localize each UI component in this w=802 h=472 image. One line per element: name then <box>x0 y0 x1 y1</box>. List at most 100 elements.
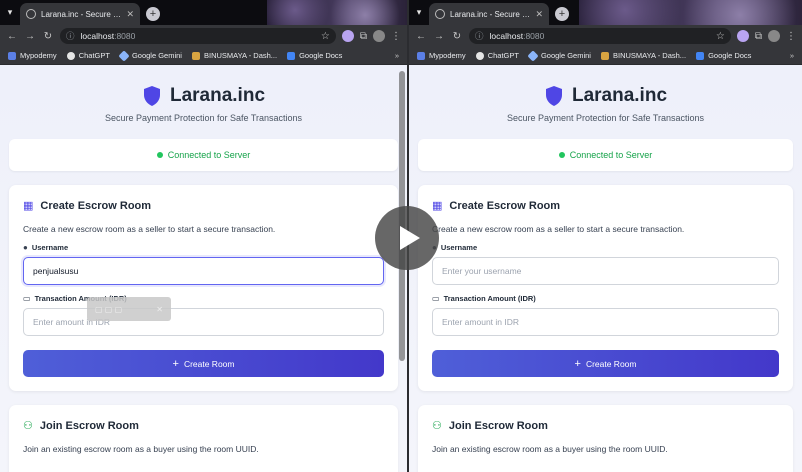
bookmark-item[interactable]: BINUSMAYA - Dash... <box>600 51 686 60</box>
store-icon: ▦ <box>23 200 34 212</box>
bookmark-item[interactable]: Mypodemy <box>8 51 57 60</box>
status-dot-icon <box>558 152 565 158</box>
join-room-heading: ⚇ Join Escrow Room <box>23 419 384 433</box>
close-icon[interactable]: ✕ <box>156 305 163 314</box>
bookmark-item[interactable]: ChatGPT <box>66 51 110 60</box>
brand-header: Larana.inc <box>9 65 398 107</box>
bookmark-item[interactable]: Google Gemini <box>527 49 591 62</box>
bookmark-item[interactable]: BINUSMAYA - Dash... <box>191 51 277 60</box>
status-dot-icon <box>156 152 163 158</box>
autofill-text: ▢ ▢ ▢ <box>95 304 123 314</box>
browser-tab[interactable]: Larana.inc - Secure Payment P... ✕ <box>429 3 549 25</box>
close-tab-icon[interactable]: ✕ <box>126 9 134 20</box>
join-room-heading: ⚇ Join Escrow Room <box>432 419 779 433</box>
bookmark-star-icon[interactable]: ☆ <box>716 31 725 42</box>
tab-search-icon[interactable]: ▾ <box>409 0 429 25</box>
username-input[interactable]: penjualsusu <box>23 257 384 285</box>
tab-title: Larana.inc - Secure Payment P... <box>450 9 530 19</box>
tagline: Secure Payment Protection for Safe Trans… <box>104 113 303 123</box>
reload-icon[interactable]: ↻ <box>42 31 54 42</box>
bookmark-item[interactable]: Google Docs <box>287 51 342 60</box>
wallpaper <box>267 0 407 25</box>
address-bar[interactable]: ⓘ localhost:8080 ☆ <box>469 28 731 44</box>
globe-icon <box>435 9 445 19</box>
address-toolbar: ← → ↻ ⓘ localhost:8080 ☆ ⧉ ⋮ <box>409 25 802 47</box>
back-icon[interactable]: ← <box>415 31 427 42</box>
globe-icon <box>26 9 36 19</box>
connection-status-card: Connected to Server <box>418 139 793 171</box>
menu-kebab-icon[interactable]: ⋮ <box>786 31 796 42</box>
username-label-text: Username <box>31 243 69 252</box>
bookmark-item[interactable]: Google Gemini <box>118 49 182 62</box>
forward-icon[interactable]: → <box>433 31 445 42</box>
amount-input[interactable]: Enter amount in IDR <box>432 308 779 336</box>
bookmarks-overflow[interactable]: » <box>790 51 794 60</box>
create-room-card: ▦ Create Escrow Room Create a new escrow … <box>9 185 398 391</box>
forward-icon[interactable]: → <box>24 31 36 42</box>
play-icon <box>400 226 420 250</box>
new-tab-button[interactable]: + <box>146 7 160 21</box>
create-room-button-label: Create Room <box>183 358 235 369</box>
amount-label-text: Transaction Amount (IDR) <box>443 294 536 303</box>
page-content: Larana.inc Secure Payment Protection for… <box>409 65 802 472</box>
money-icon: ▭ <box>432 294 440 303</box>
play-button[interactable] <box>375 206 439 270</box>
address-bar[interactable]: ⓘ localhost:8080 ☆ <box>60 28 336 44</box>
reload-icon[interactable]: ↻ <box>451 31 463 42</box>
money-icon: ▭ <box>23 294 31 303</box>
brand-name: Larana.inc <box>571 85 668 106</box>
tagline: Secure Payment Protection for Safe Trans… <box>506 113 705 123</box>
tab-search-icon[interactable]: ▾ <box>0 0 20 25</box>
username-label: ●Username <box>432 243 779 252</box>
page-content: Larana.inc Secure Payment Protection for… <box>0 65 407 472</box>
new-tab-button[interactable]: + <box>555 7 569 21</box>
amount-input[interactable]: Enter amount in IDR <box>23 308 384 336</box>
site-info-icon[interactable]: ⓘ <box>66 30 75 42</box>
browser-window-right: ▾ Larana.inc - Secure Payment P... ✕ + ←… <box>409 0 802 472</box>
wallpaper <box>579 0 802 25</box>
plus-icon: + <box>574 357 581 370</box>
shield-icon <box>143 86 160 106</box>
browser-tab[interactable]: Larana.inc - Secure Payment P... ✕ <box>20 3 140 25</box>
join-room-description: Join an existing escrow room as a buyer … <box>432 444 668 454</box>
amount-label: ▭ Transaction Amount (IDR) <box>23 294 384 303</box>
shield-icon <box>545 86 562 106</box>
address-toolbar: ← → ↻ ⓘ localhost:8080 ☆ ⧉ ⋮ <box>0 25 407 47</box>
bookmark-label: Google Docs <box>299 51 343 60</box>
username-input[interactable]: Enter your username <box>432 257 779 285</box>
create-room-heading: ▦ Create Escrow Room <box>432 199 779 213</box>
extensions-puzzle-icon[interactable]: ⧉ <box>755 31 762 42</box>
bookmark-item[interactable]: Mypodemy <box>417 51 466 60</box>
extensions-puzzle-icon[interactable]: ⧉ <box>360 31 367 42</box>
extension-icon[interactable] <box>736 30 749 42</box>
profile-avatar[interactable] <box>768 30 780 42</box>
bookmark-star-icon[interactable]: ☆ <box>321 31 330 42</box>
bookmark-label: Google Docs <box>708 51 752 60</box>
create-room-button-label: Create Room <box>585 358 637 369</box>
extension-icon[interactable] <box>341 30 354 42</box>
create-room-description: Create a new escrow room as a seller to … <box>432 224 685 234</box>
status-text: Connected to Server <box>167 150 251 160</box>
create-room-title: Create Escrow Room <box>449 199 561 212</box>
close-tab-icon[interactable]: ✕ <box>535 9 543 20</box>
create-room-description: Create a new escrow room as a seller to … <box>23 224 276 234</box>
bookmark-item[interactable]: ChatGPT <box>475 51 519 60</box>
bookmarks-overflow[interactable]: » <box>395 51 399 60</box>
menu-kebab-icon[interactable]: ⋮ <box>391 31 401 42</box>
bookmark-label: Mypodemy <box>429 51 466 60</box>
autofill-tooltip[interactable]: ▢ ▢ ▢ ✕ <box>87 297 171 321</box>
url-port: :8080 <box>523 31 545 41</box>
join-room-card: ⚇ Join Escrow Room Join an existing escro… <box>9 405 398 472</box>
join-room-description: Join an existing escrow room as a buyer … <box>23 444 259 454</box>
bookmark-item[interactable]: Google Docs <box>696 51 751 60</box>
user-icon: ● <box>23 243 28 252</box>
create-room-button[interactable]: + Create Room <box>432 350 779 377</box>
status-text: Connected to Server <box>569 150 653 160</box>
connection-status-card: Connected to Server <box>9 139 398 171</box>
create-room-button[interactable]: + Create Room <box>23 350 384 377</box>
plus-icon: + <box>172 357 179 370</box>
profile-avatar[interactable] <box>373 30 385 42</box>
site-info-icon[interactable]: ⓘ <box>475 30 484 42</box>
create-room-heading: ▦ Create Escrow Room <box>23 199 384 213</box>
back-icon[interactable]: ← <box>6 31 18 42</box>
